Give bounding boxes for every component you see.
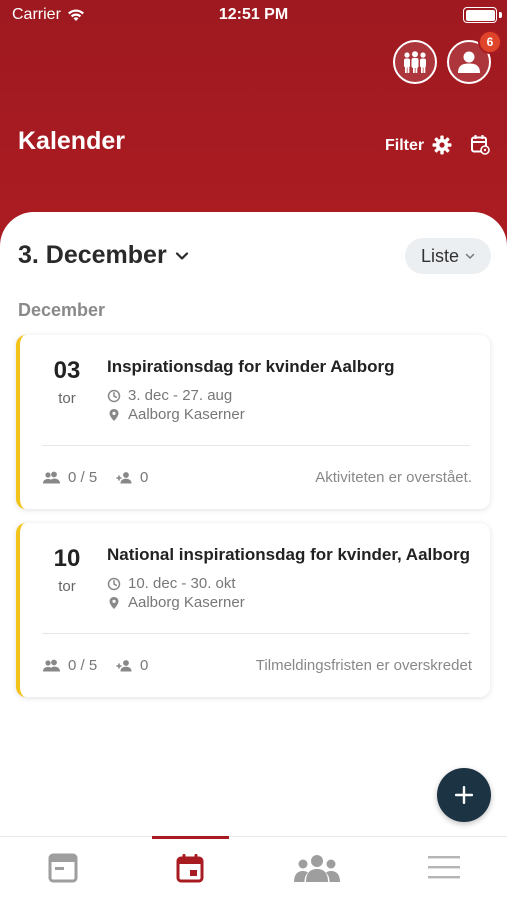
event-dates: 10. dec - 30. okt: [107, 575, 236, 592]
page-title: Kalender: [18, 127, 125, 155]
event-weekday: tor: [58, 578, 76, 595]
status-bar: Carrier 12:51 PM: [0, 0, 507, 32]
event-title: National inspirationsdag for kvinder, Aa…: [107, 545, 471, 564]
event-day-number: 03: [53, 357, 81, 384]
event-status: Aktiviteten er overstået.: [315, 469, 472, 486]
people-group-icon: [294, 855, 340, 882]
participants-count: 0 / 5: [42, 657, 97, 674]
tab-bar: [0, 836, 507, 900]
clock-icon: [107, 577, 121, 590]
people-icon: [43, 471, 60, 483]
people-icon: [43, 659, 60, 671]
month-section-header: December: [18, 300, 106, 320]
plus-icon: [455, 786, 473, 804]
event-dates-text: 10. dec - 30. okt: [128, 575, 236, 592]
event-dates: 3. dec - 27. aug: [107, 387, 232, 404]
participants-text: 0 / 5: [68, 469, 98, 486]
person-add-icon: [116, 659, 132, 671]
location-pin-icon: [109, 408, 119, 421]
group-people-icon: [404, 51, 426, 73]
event-card[interactable]: 03 tor Inspirationsdag for kvinder Aalbo…: [16, 335, 490, 509]
user-avatar-icon: [458, 51, 480, 73]
groups-button[interactable]: [393, 40, 437, 84]
view-toggle-button[interactable]: Liste: [405, 238, 491, 274]
notification-badge: 6: [478, 30, 502, 54]
event-dates-text: 3. dec - 27. aug: [128, 387, 233, 404]
event-location-text: Aalborg Kaserner: [128, 406, 245, 423]
event-location: Aalborg Kaserner: [107, 594, 245, 611]
event-title: Inspirationsdag for kvinder Aalborg: [107, 357, 395, 376]
active-tab-indicator: [152, 836, 229, 839]
event-weekday: tor: [58, 390, 76, 407]
participants-count: 0 / 5: [42, 469, 97, 486]
participants-text: 0 / 5: [68, 657, 98, 674]
gear-icon[interactable]: [432, 135, 452, 155]
waitlist-count: 0: [116, 469, 148, 486]
current-date-label: 3. December: [18, 241, 167, 269]
event-card[interactable]: 10 tor National inspirationsdag for kvin…: [16, 523, 490, 697]
battery-tip: [499, 12, 502, 18]
event-location-text: Aalborg Kaserner: [128, 594, 245, 611]
add-event-button[interactable]: [437, 768, 491, 822]
filter-button[interactable]: Filter: [385, 137, 424, 155]
hamburger-menu-icon: [428, 856, 460, 879]
card-divider: [42, 445, 470, 446]
view-toggle-label: Liste: [420, 245, 460, 266]
tab-calendar[interactable]: [127, 837, 253, 900]
chevron-down-icon: [465, 253, 475, 259]
date-selector[interactable]: 3. December: [18, 241, 189, 270]
calendar-icon: [176, 854, 204, 883]
calendar-settings-icon[interactable]: [470, 134, 490, 155]
tab-menu[interactable]: [381, 837, 507, 900]
event-status: Tilmeldingsfristen er overskredet: [255, 657, 472, 674]
waitlist-count: 0: [116, 657, 148, 674]
tab-groups[interactable]: [254, 837, 380, 900]
person-add-icon: [116, 471, 132, 483]
browser-window-icon: [48, 853, 78, 883]
location-pin-icon: [109, 596, 119, 609]
battery-icon: [463, 7, 497, 23]
waitlist-text: 0: [140, 657, 149, 674]
waitlist-text: 0: [140, 469, 149, 486]
clock-icon: [107, 389, 121, 402]
event-location: Aalborg Kaserner: [107, 406, 245, 423]
status-time: 12:51 PM: [218, 6, 289, 23]
event-day-number: 10: [53, 545, 81, 572]
chevron-down-icon: [175, 251, 188, 260]
tab-dashboard[interactable]: [0, 837, 126, 900]
card-divider: [42, 633, 470, 634]
